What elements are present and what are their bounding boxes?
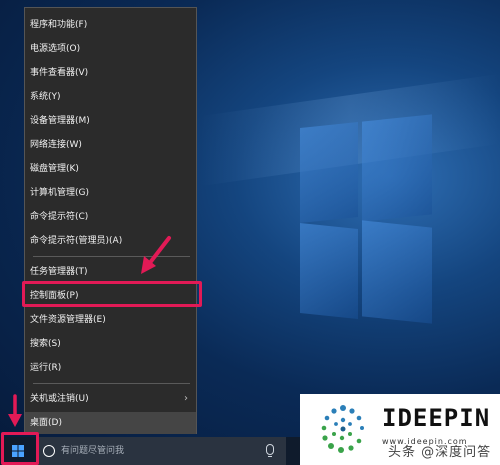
pointer-arrow-icon <box>141 236 171 274</box>
ideepin-swirl-logo-icon <box>321 405 364 453</box>
taskbar-search-box[interactable]: 有问题尽管问我 <box>36 437 286 465</box>
toutiao-watermark: 头条 @深度问答 <box>388 445 492 460</box>
menu-item-disk-management[interactable]: 磁盘管理(K) <box>25 158 196 180</box>
ideepin-logo-card: IDEEPIN www.ideepin.com 头条 @深度问答 <box>300 394 500 465</box>
menu-item-command-prompt[interactable]: 命令提示符(C) <box>25 206 196 228</box>
menu-item-search[interactable]: 搜索(S) <box>25 333 196 355</box>
wallpaper-window-pane <box>362 114 432 222</box>
menu-item-shutdown-signout[interactable]: 关机或注销(U) › <box>25 388 196 410</box>
down-arrow-icon <box>8 394 22 427</box>
menu-item-computer-management[interactable]: 计算机管理(G) <box>25 182 196 204</box>
menu-item-file-explorer[interactable]: 文件资源管理器(E) <box>25 309 196 331</box>
menu-item-event-viewer[interactable]: 事件查看器(V) <box>25 62 196 84</box>
menu-separator <box>33 383 190 384</box>
menu-item-programs-features[interactable]: 程序和功能(F) <box>25 14 196 36</box>
menu-item-desktop[interactable]: 桌面(D) <box>25 412 196 434</box>
menu-item-device-manager[interactable]: 设备管理器(M) <box>25 110 196 132</box>
microphone-icon[interactable] <box>266 444 274 458</box>
search-placeholder: 有问题尽管问我 <box>61 446 125 456</box>
control-panel-highlight-box <box>22 281 202 307</box>
menu-item-power-options[interactable]: 电源选项(O) <box>25 38 196 60</box>
cortana-circle-icon <box>43 445 55 457</box>
chevron-right-icon: › <box>184 393 188 404</box>
menu-item-run[interactable]: 运行(R) <box>25 357 196 379</box>
wallpaper-window-pane <box>300 121 358 224</box>
ideepin-brand-text: IDEEPIN <box>382 404 491 432</box>
menu-item-label: 关机或注销(U) <box>30 394 89 404</box>
start-button-highlight-box <box>1 432 39 465</box>
menu-item-system[interactable]: 系统(Y) <box>25 86 196 108</box>
wallpaper-window-pane <box>362 220 432 324</box>
wallpaper-window-pane <box>300 222 358 320</box>
menu-item-network-connections[interactable]: 网络连接(W) <box>25 134 196 156</box>
winx-context-menu: 程序和功能(F) 电源选项(O) 事件查看器(V) 系统(Y) 设备管理器(M)… <box>24 7 197 434</box>
